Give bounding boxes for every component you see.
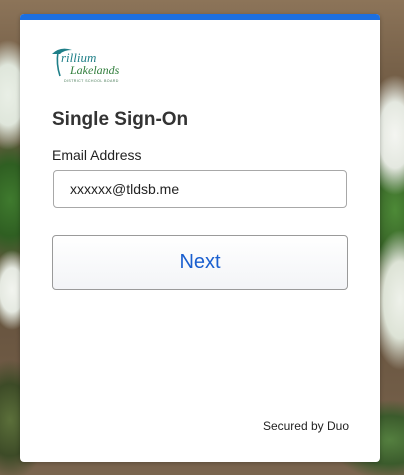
login-card: rillium Lakelands DISTRICT SCHOOL BOARD …: [20, 14, 380, 462]
email-field[interactable]: [53, 170, 347, 208]
svg-text:Lakelands: Lakelands: [69, 63, 120, 77]
next-button[interactable]: Next: [52, 235, 348, 290]
accent-bar: [20, 14, 380, 20]
page-title: Single Sign-On: [52, 109, 189, 130]
svg-text:DISTRICT SCHOOL BOARD: DISTRICT SCHOOL BOARD: [64, 79, 119, 83]
email-label: Email Address: [52, 147, 142, 163]
secured-by-duo-text: Secured by Duo: [262, 419, 349, 433]
trillium-lakelands-logo: rillium Lakelands DISTRICT SCHOOL BOARD: [52, 48, 120, 83]
